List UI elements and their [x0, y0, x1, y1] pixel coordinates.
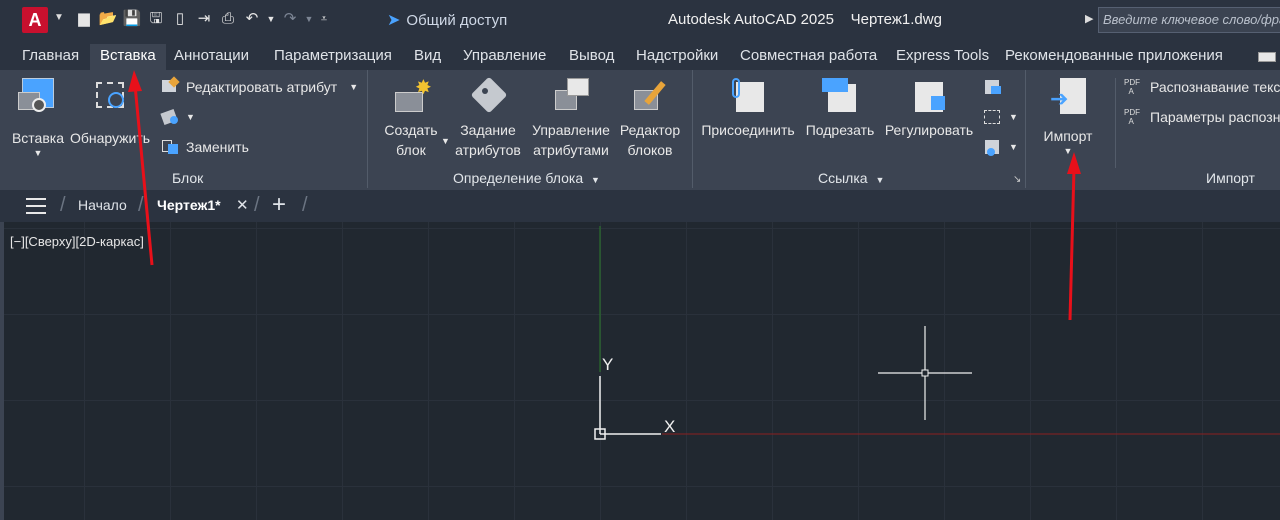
annotation-arrow-insert-tab	[128, 70, 154, 266]
drawing-overlay: Y X	[128, 70, 1280, 440]
crosshair-cursor	[878, 326, 972, 420]
annotation-arrow-import	[1067, 152, 1081, 321]
ucs-icon[interactable]: Y X	[594, 355, 675, 440]
y-axis-label: Y	[602, 355, 613, 374]
x-axis-label: X	[664, 417, 675, 436]
